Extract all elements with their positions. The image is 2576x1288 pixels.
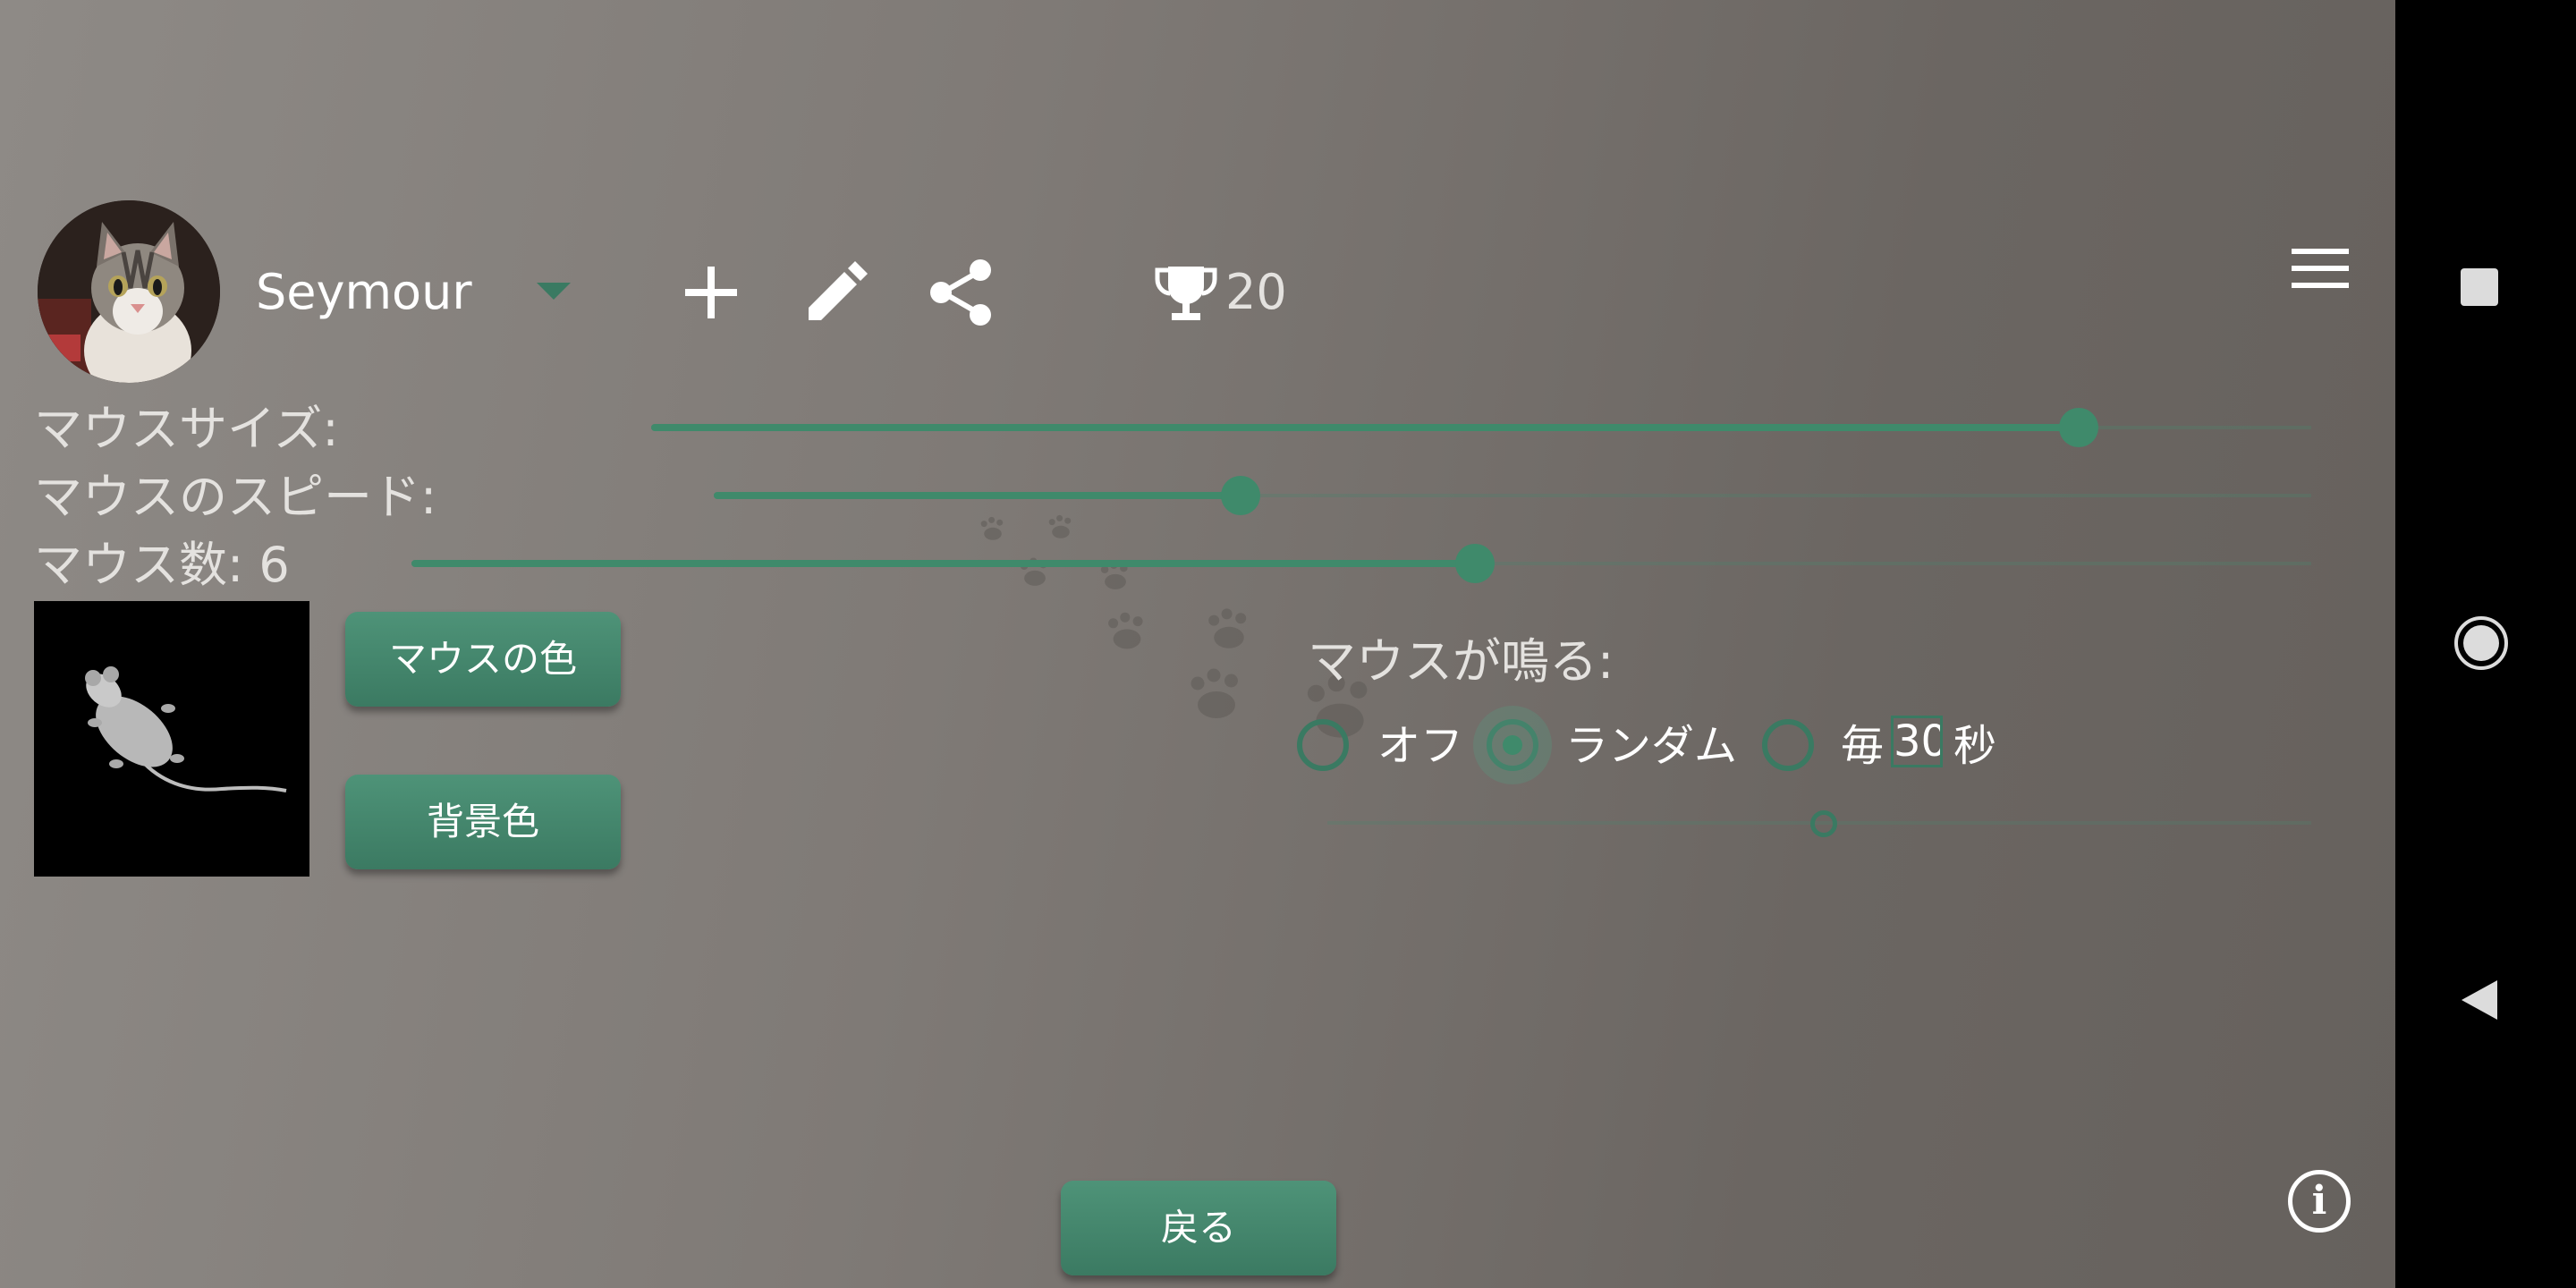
mouse-speed-slider[interactable] (714, 476, 2311, 515)
mouse-speed-slider-fill (714, 492, 1241, 499)
share-icon[interactable] (921, 252, 1002, 333)
back-button[interactable]: 戻る (1061, 1181, 1336, 1275)
background-color-button[interactable]: 背景色 (345, 775, 621, 869)
cat-photo-avatar (38, 200, 220, 383)
mouse-size-slider-fill (651, 424, 2079, 431)
squeak-interval-slider-thumb[interactable] (1810, 810, 1837, 837)
radio-random-dot (1503, 735, 1522, 755)
trophy-count: 20 (1225, 264, 1287, 320)
radio-every[interactable] (1762, 719, 1814, 771)
radio-random-label[interactable]: ランダム (1565, 721, 1737, 771)
profile-name[interactable]: Seymour (256, 265, 472, 320)
mouse-count-slider-fill (411, 560, 1475, 567)
seconds-unit-label: 秒 (1953, 721, 1997, 771)
mouse-size-slider[interactable] (651, 408, 2311, 447)
mouse-preview-icon (85, 666, 287, 792)
pencil-icon[interactable] (796, 252, 877, 333)
mouse-size-label: マウスサイズ: (34, 401, 339, 457)
radio-off[interactable] (1297, 719, 1349, 771)
mouse-speed-label: マウスのスピード: (34, 469, 437, 525)
radio-random[interactable] (1473, 706, 1552, 784)
settings-screen: Seymour 20 マウスサイズ: マウスのスピード: マウス数: 6 マウス… (0, 0, 2395, 1288)
back-triangle-icon[interactable] (2460, 979, 2499, 1021)
mouse-count-label: マウス数: 6 (34, 537, 290, 593)
mouse-speed-slider-thumb[interactable] (1221, 476, 1260, 515)
radio-off-label[interactable]: オフ (1377, 721, 1463, 771)
trophy-icon (1155, 267, 1217, 320)
mouse-count-slider-thumb[interactable] (1455, 544, 1495, 583)
profile-dropdown-icon[interactable] (537, 283, 571, 300)
squeak-interval-slider[interactable] (1327, 810, 2311, 837)
mouse-count-slider[interactable] (411, 544, 2311, 583)
avatar[interactable] (38, 200, 220, 383)
radio-every-label[interactable]: 毎 (1841, 721, 1884, 771)
system-navigation-bar (2395, 0, 2576, 1288)
seconds-input[interactable] (1891, 716, 1943, 767)
paw-prints-decoration (980, 514, 1368, 738)
hamburger-menu-icon[interactable] (2286, 243, 2354, 293)
mouse-size-slider-thumb[interactable] (2059, 408, 2098, 447)
plus-icon[interactable] (671, 252, 751, 333)
squeak-label: マウスが鳴る: (1308, 633, 1614, 690)
home-circle-icon[interactable] (2453, 615, 2509, 671)
info-icon[interactable]: i (2288, 1170, 2351, 1233)
recents-square-icon[interactable] (2461, 268, 2498, 306)
mouse-color-button[interactable]: マウスの色 (345, 612, 621, 707)
mouse-preview (34, 601, 309, 877)
